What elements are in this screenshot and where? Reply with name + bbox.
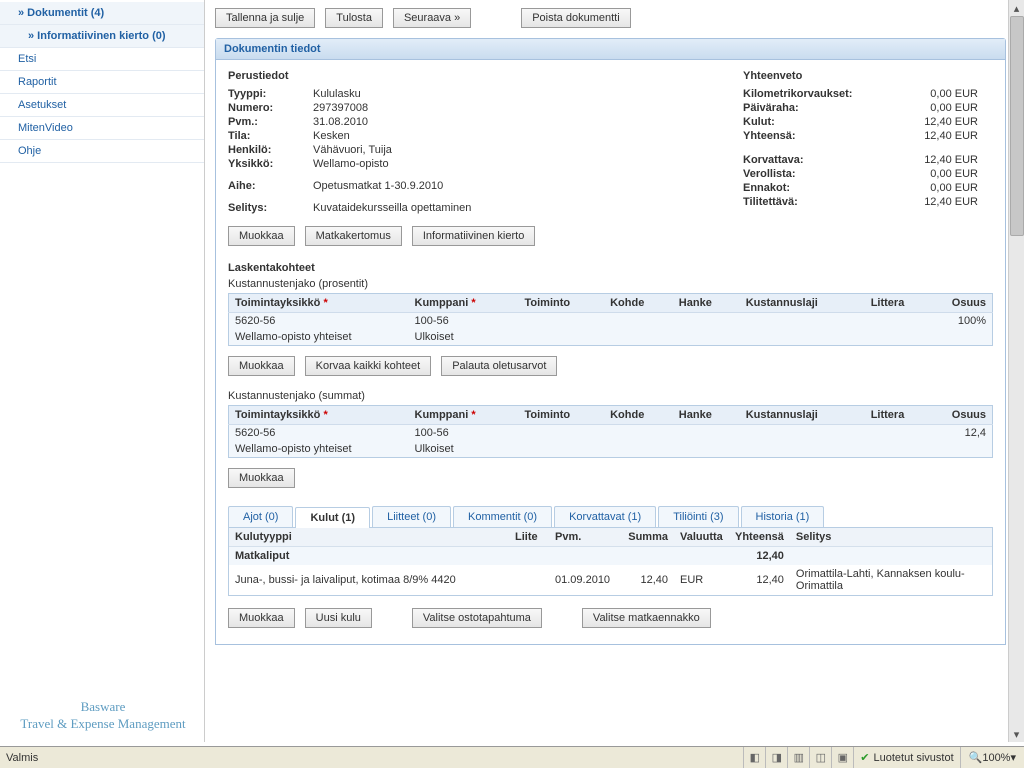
main-content: Tallenna ja sulje Tulosta Seuraava » Poi…	[205, 0, 1024, 742]
top-toolbar: Tallenna ja sulje Tulosta Seuraava » Poi…	[215, 8, 1006, 28]
zoom-value: 100%	[982, 752, 1010, 764]
tab-attachments[interactable]: Liitteet (0)	[372, 506, 451, 527]
sidebar-item-reports[interactable]: Raportit	[0, 71, 204, 94]
scroll-down-icon[interactable]: ▾	[1009, 726, 1024, 742]
table-row[interactable]: Wellamo-opisto yhteisetUlkoiset	[229, 329, 993, 346]
tab-comments[interactable]: Kommentit (0)	[453, 506, 552, 527]
new-expense-button[interactable]: Uusi kulu	[305, 608, 372, 628]
detail-tabs: Ajot (0) Kulut (1) Liitteet (0) Kommenti…	[228, 506, 993, 528]
sidebar-item-help[interactable]: Ohje	[0, 140, 204, 163]
expense-row[interactable]: Juna-, bussi- ja laivaliput, kotimaa 8/9…	[229, 565, 992, 595]
tab-posting[interactable]: Tiliöinti (3)	[658, 506, 738, 527]
panel-title: Dokumentin tiedot	[216, 39, 1005, 60]
print-button[interactable]: Tulosta	[325, 8, 383, 28]
edit-basic-button[interactable]: Muokkaa	[228, 226, 295, 246]
trusted-sites[interactable]: ✔ Luotetut sivustot	[853, 747, 959, 768]
table-row[interactable]: 5620-56100-56 12,4	[229, 425, 993, 442]
sidebar-item-search[interactable]: Etsi	[0, 48, 204, 71]
replace-all-targets-button[interactable]: Korvaa kaikki kohteet	[305, 356, 432, 376]
delete-document-button[interactable]: Poista dokumentti	[521, 8, 630, 28]
status-icon[interactable]: ◨	[765, 747, 787, 768]
edit-alloc-sum-button[interactable]: Muokkaa	[228, 468, 295, 488]
alloc-sum-table: Toimintayksikkö * Kumppani * Toiminto Ko…	[228, 405, 993, 458]
select-advance-button[interactable]: Valitse matkaennakko	[582, 608, 711, 628]
summary-title: Yhteenveto	[743, 70, 993, 82]
vertical-scrollbar[interactable]: ▴ ▾	[1008, 0, 1024, 742]
zoom-control[interactable]: 🔍 100% ▾	[960, 747, 1024, 768]
document-panel: Dokumentin tiedot Perustiedot Tyyppi:Kul…	[215, 38, 1006, 645]
status-icon[interactable]: ▥	[787, 747, 809, 768]
scroll-thumb[interactable]	[1010, 16, 1024, 236]
expense-table: Kulutyyppi Liite Pvm. Summa Valuutta Yht…	[229, 528, 992, 595]
chevron-down-icon: ▾	[1010, 751, 1016, 764]
zoom-icon: 🔍	[969, 751, 983, 764]
basic-info-title: Perustiedot	[228, 70, 703, 82]
tab-history[interactable]: Historia (1)	[741, 506, 825, 527]
info-cycle-button[interactable]: Informatiivinen kierto	[412, 226, 536, 246]
sidebar-item-settings[interactable]: Asetukset	[0, 94, 204, 117]
edit-expense-button[interactable]: Muokkaa	[228, 608, 295, 628]
trusted-sites-label: Luotetut sivustot	[874, 752, 954, 764]
status-text: Valmis	[0, 752, 743, 764]
tab-drives[interactable]: Ajot (0)	[228, 506, 293, 527]
browser-statusbar: Valmis ◧ ◨ ▥ ◫ ▣ ✔ Luotetut sivustot 🔍 1…	[0, 746, 1024, 768]
status-icon[interactable]: ◫	[809, 747, 831, 768]
sidebar-item-documents[interactable]: » Dokumentit (4)	[0, 2, 204, 25]
save-close-button[interactable]: Tallenna ja sulje	[215, 8, 315, 28]
status-icon[interactable]: ▣	[831, 747, 853, 768]
edit-alloc-pct-button[interactable]: Muokkaa	[228, 356, 295, 376]
table-row[interactable]: Wellamo-opisto yhteisetUlkoiset	[229, 441, 993, 458]
tab-content-expenses: Kulutyyppi Liite Pvm. Summa Valuutta Yht…	[228, 528, 993, 596]
tab-expenses[interactable]: Kulut (1)	[295, 507, 370, 528]
table-row[interactable]: 5620-56100-56 100%	[229, 313, 993, 330]
sidebar: » Dokumentit (4) » Informatiivinen kiert…	[0, 0, 205, 742]
next-button[interactable]: Seuraava »	[393, 8, 471, 28]
sidebar-item-howto-video[interactable]: MitenVideo	[0, 117, 204, 140]
branding: Basware Travel & Expense Management	[8, 699, 198, 733]
brand-tagline: Travel & Expense Management	[8, 716, 198, 733]
travel-report-button[interactable]: Matkakertomus	[305, 226, 402, 246]
expense-group-row: Matkaliput 12,40	[229, 547, 992, 566]
alloc-pct-title: Kustannustenjako (prosentit)	[228, 278, 993, 290]
select-purchase-button[interactable]: Valitse ostotapahtuma	[412, 608, 542, 628]
shield-icon: ✔	[860, 751, 869, 764]
alloc-pct-table: Toimintayksikkö * Kumppani * Toiminto Ko…	[228, 293, 993, 346]
scroll-up-icon[interactable]: ▴	[1009, 0, 1024, 16]
brand-name: Basware	[8, 699, 198, 716]
sidebar-item-info-cycle[interactable]: » Informatiivinen kierto (0)	[0, 25, 204, 48]
alloc-section-title: Laskentakohteet	[228, 262, 993, 274]
tab-reimbursable[interactable]: Korvattavat (1)	[554, 506, 656, 527]
status-icon[interactable]: ◧	[743, 747, 765, 768]
alloc-sum-title: Kustannustenjako (summat)	[228, 390, 993, 402]
restore-defaults-button[interactable]: Palauta oletusarvot	[441, 356, 557, 376]
